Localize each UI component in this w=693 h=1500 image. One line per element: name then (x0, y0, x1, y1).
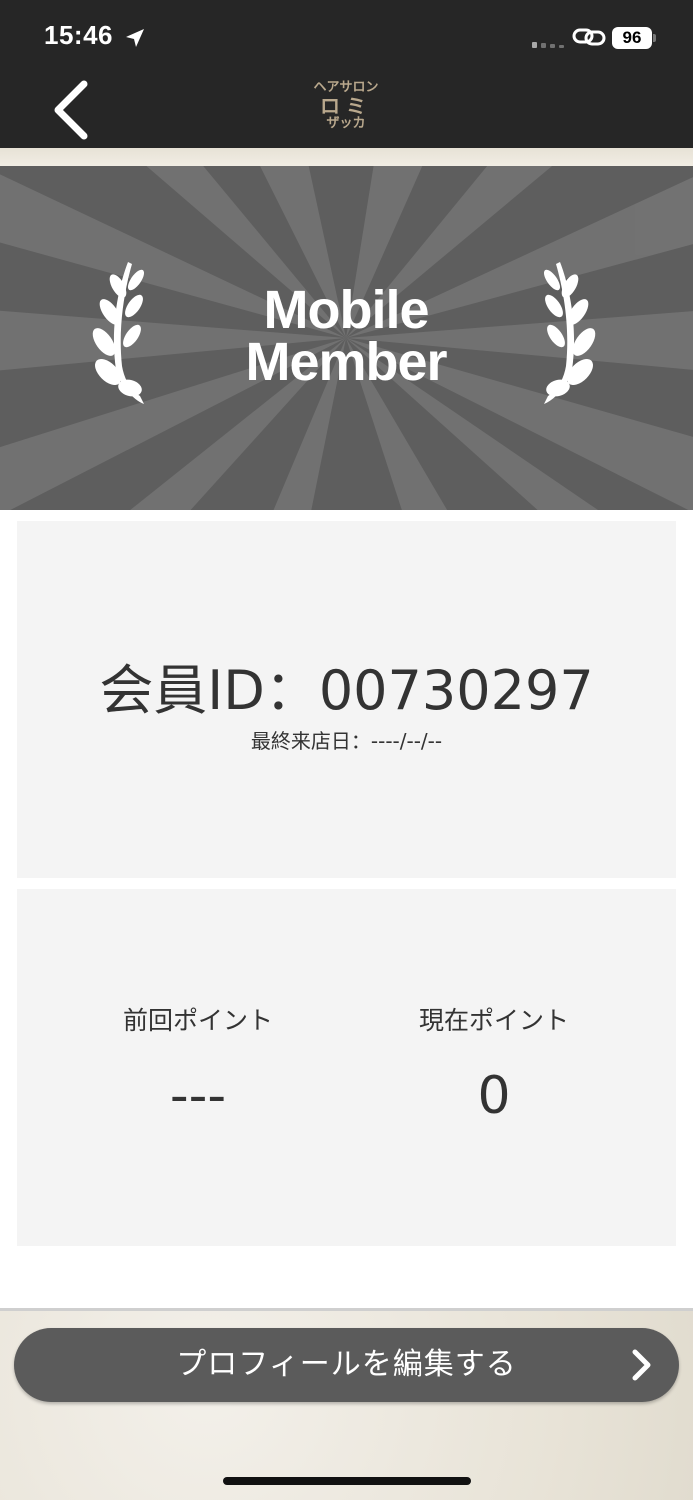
previous-points-value: --- (169, 1066, 227, 1126)
edit-profile-button[interactable]: プロフィールを編集する (14, 1328, 679, 1402)
laurel-right-icon (543, 262, 596, 404)
top-bar: 15:46 96 ヘアサロン ロミ ザッカ (0, 0, 693, 148)
previous-points-label: 前回ポイント (122, 1006, 273, 1035)
status-time: 15:46 (44, 20, 113, 50)
battery-indicator: 96 (612, 27, 652, 49)
current-points-value: 0 (477, 1066, 511, 1126)
logo-line-2: ロミ (320, 94, 372, 118)
current-points-label: 現在ポイント (418, 1006, 569, 1035)
paper-texture-strip (0, 148, 693, 166)
edit-profile-label: プロフィールを編集する (176, 1347, 517, 1382)
last-visit-date: 最終来店日：----/--/-- (250, 729, 443, 753)
battery-tip (653, 34, 656, 42)
banner-title-line-2: Member (245, 332, 447, 392)
chevron-right-icon (632, 1349, 651, 1381)
laurel-left-icon (92, 262, 145, 404)
logo-line-3: ザッカ (326, 116, 366, 131)
banner-title: Mobile Member (186, 280, 506, 392)
home-indicator[interactable] (223, 1477, 471, 1485)
member-id: 会員ID：00730297 (99, 659, 594, 722)
salon-logo: ヘアサロン ロミ ザッカ (300, 80, 392, 140)
location-arrow-icon (126, 29, 144, 47)
cellular-signal-icon (532, 42, 564, 48)
banner-title-line-1: Mobile (263, 280, 430, 340)
link-icon (572, 28, 606, 46)
back-button[interactable] (48, 78, 96, 142)
